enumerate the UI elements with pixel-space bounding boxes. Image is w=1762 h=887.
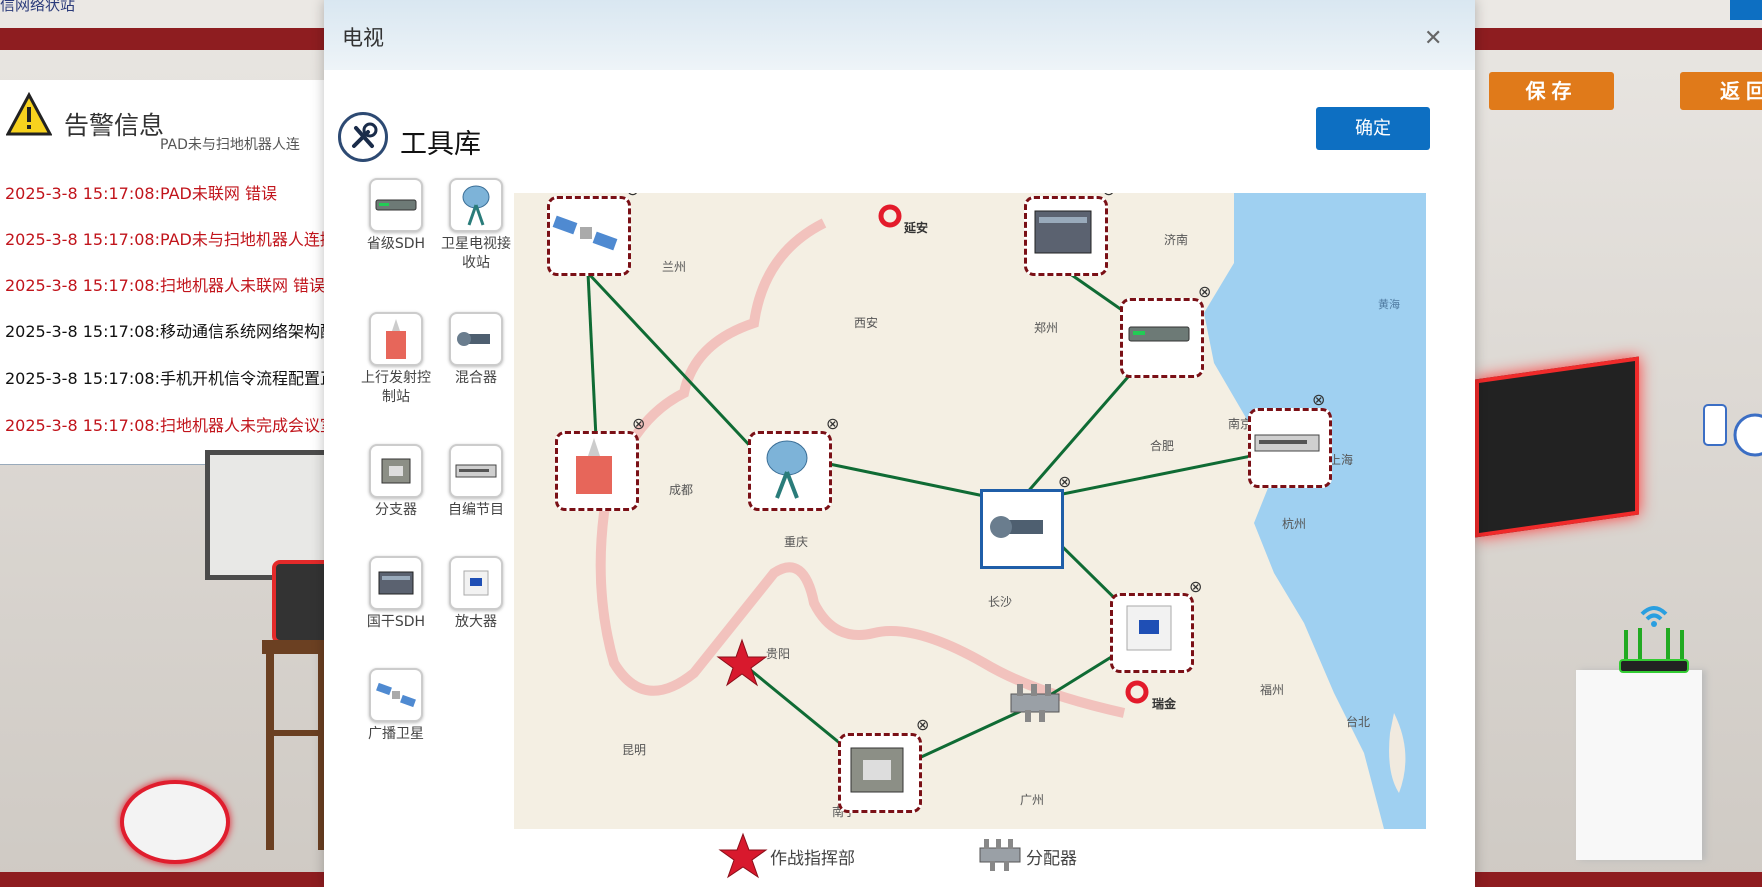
legend-splitter-label: 分配器: [1026, 849, 1077, 869]
sdh-national-icon: [369, 556, 423, 610]
node-satellite-tv-station[interactable]: [748, 431, 832, 511]
network-map[interactable]: 延安 兰州 西安 郑州 济南 南京 上海 杭州 合肥 成都 重庆 长沙 贵阳 昆…: [514, 193, 1426, 829]
alert-line: 2025-3-8 15:17:08:手机开机信令流程配置正确: [5, 369, 352, 388]
map-canvas: [514, 193, 1426, 829]
city-zhengzhou: 郑州: [1034, 321, 1059, 335]
remove-node-icon[interactable]: ⊗: [626, 193, 639, 199]
tool-provincial-sdh[interactable]: 省级SDH: [356, 178, 436, 254]
wooden-stool: [262, 640, 330, 850]
city-jinan: 济南: [1164, 233, 1189, 247]
toolbox-title: 工具库: [400, 129, 481, 160]
alert-line: 2025-3-8 15:17:08:扫地机器人未完成会议室控: [5, 416, 352, 435]
broadcast-satellite-icon: [369, 668, 423, 722]
tool-mixer[interactable]: 混合器: [436, 312, 516, 388]
city-hangzhou: 杭州: [1282, 517, 1307, 531]
splitter-legend-icon: [979, 839, 1021, 871]
remove-node-icon[interactable]: ⊗: [1189, 577, 1202, 596]
alert-line: 2025-3-8 15:17:08:PAD未联网 错误: [5, 184, 277, 203]
node-program[interactable]: [1248, 408, 1332, 488]
confirm-button[interactable]: 确定: [1316, 107, 1430, 150]
remove-node-icon[interactable]: ⊗: [1198, 282, 1211, 301]
dialog-title: 电视: [342, 26, 384, 50]
node-broadcast-satellite[interactable]: [547, 196, 631, 276]
node-amplifier[interactable]: [1110, 593, 1194, 673]
corner-button[interactable]: [1730, 0, 1762, 20]
city-xian: 西安: [854, 316, 879, 330]
tool-national-sdh[interactable]: 国干SDH: [356, 556, 436, 632]
tools-icon: [338, 112, 388, 162]
site-title: 信网络状站: [0, 0, 76, 14]
tool-branch[interactable]: 分支器: [356, 444, 436, 520]
city-shanghai: 上海: [1329, 453, 1354, 467]
tool-label: 国干SDH: [366, 614, 426, 630]
city-guangzhou: 广州: [1020, 793, 1045, 807]
uplink-station-icon: [369, 312, 423, 366]
alert-line: 2025-3-8 15:17:08:PAD未与扫地机器人连接: [5, 230, 336, 249]
remove-node-icon[interactable]: ⊗: [826, 414, 839, 433]
city-lanzhou: 兰州: [662, 260, 687, 274]
city-taipei: 台北: [1346, 715, 1371, 729]
node-provincial-sdh[interactable]: [1120, 298, 1204, 378]
alert-line: 2025-3-8 15:17:08:扫地机器人未联网 错误: [5, 276, 326, 295]
back-button[interactable]: 返回: [1680, 72, 1762, 110]
branch-icon: [369, 444, 423, 498]
tool-program[interactable]: 自编节目: [436, 444, 516, 520]
program-icon: [449, 444, 503, 498]
tool-label: 自编节目: [448, 502, 504, 518]
tool-label: 广播卫星: [368, 726, 424, 742]
city-chengdu: 成都: [669, 483, 694, 497]
city-ruijin: 瑞金: [1152, 697, 1177, 711]
mixer-icon: [449, 312, 503, 366]
city-kunming: 昆明: [622, 743, 647, 757]
tool-broadcast-satellite[interactable]: 广播卫星: [356, 668, 436, 744]
node-mixer-selected[interactable]: [980, 489, 1064, 569]
headquarters-legend-icon: [718, 832, 768, 879]
wifi-router[interactable]: [1614, 600, 1694, 674]
tool-label: 混合器: [455, 370, 497, 386]
city-guiyang: 贵阳: [766, 647, 791, 661]
tool-label: 卫星电视接收站: [441, 236, 511, 271]
city-fuzhou: 福州: [1260, 683, 1285, 697]
remove-node-icon[interactable]: ⊗: [632, 414, 645, 433]
node-uplink-station[interactable]: [555, 431, 639, 511]
legend-headquarters-label: 作战指挥部: [770, 849, 855, 869]
dialog-header: 电视 ✕: [324, 0, 1475, 70]
sea-huanghai: 黄海: [1378, 298, 1400, 311]
remove-node-icon[interactable]: ⊗: [1102, 193, 1115, 199]
alert-line: 2025-3-8 15:17:08:移动通信系统网络架构配置: [5, 322, 352, 341]
remove-node-icon[interactable]: ⊗: [1058, 472, 1071, 491]
city-changsha: 长沙: [988, 595, 1013, 609]
amplifier-icon: [449, 556, 503, 610]
sweeping-robot[interactable]: [120, 780, 230, 864]
city-yanan: 延安: [904, 221, 929, 235]
save-button[interactable]: 保存: [1489, 72, 1614, 110]
phone-device[interactable]: [1700, 395, 1762, 525]
alert-title: 告警信息: [64, 111, 165, 140]
city-hefei: 合肥: [1150, 439, 1175, 453]
alert-cut-line: PAD未与扫地机器人连: [160, 137, 300, 153]
sdh-provincial-icon: [369, 178, 423, 232]
city-chongqing: 重庆: [784, 535, 809, 549]
node-branch[interactable]: [838, 733, 922, 813]
node-national-sdh[interactable]: [1024, 196, 1108, 276]
remove-node-icon[interactable]: ⊗: [1312, 390, 1325, 409]
tool-label: 分支器: [375, 502, 417, 518]
tool-amplifier[interactable]: 放大器: [436, 556, 516, 632]
television[interactable]: [1475, 356, 1639, 538]
tool-satellite-tv-station[interactable]: 卫星电视接收站: [436, 178, 516, 273]
close-icon[interactable]: ✕: [1424, 26, 1442, 51]
satellite-dish-icon: [449, 178, 503, 232]
splitter-device[interactable]: [1007, 680, 1063, 730]
remove-node-icon[interactable]: ⊗: [916, 715, 929, 734]
router-stand: [1576, 670, 1702, 860]
tool-label: 上行发射控制站: [361, 370, 431, 405]
tool-uplink-station[interactable]: 上行发射控制站: [356, 312, 436, 407]
tool-label: 放大器: [455, 614, 497, 630]
warning-icon: [6, 92, 52, 136]
tool-label: 省级SDH: [366, 236, 426, 252]
